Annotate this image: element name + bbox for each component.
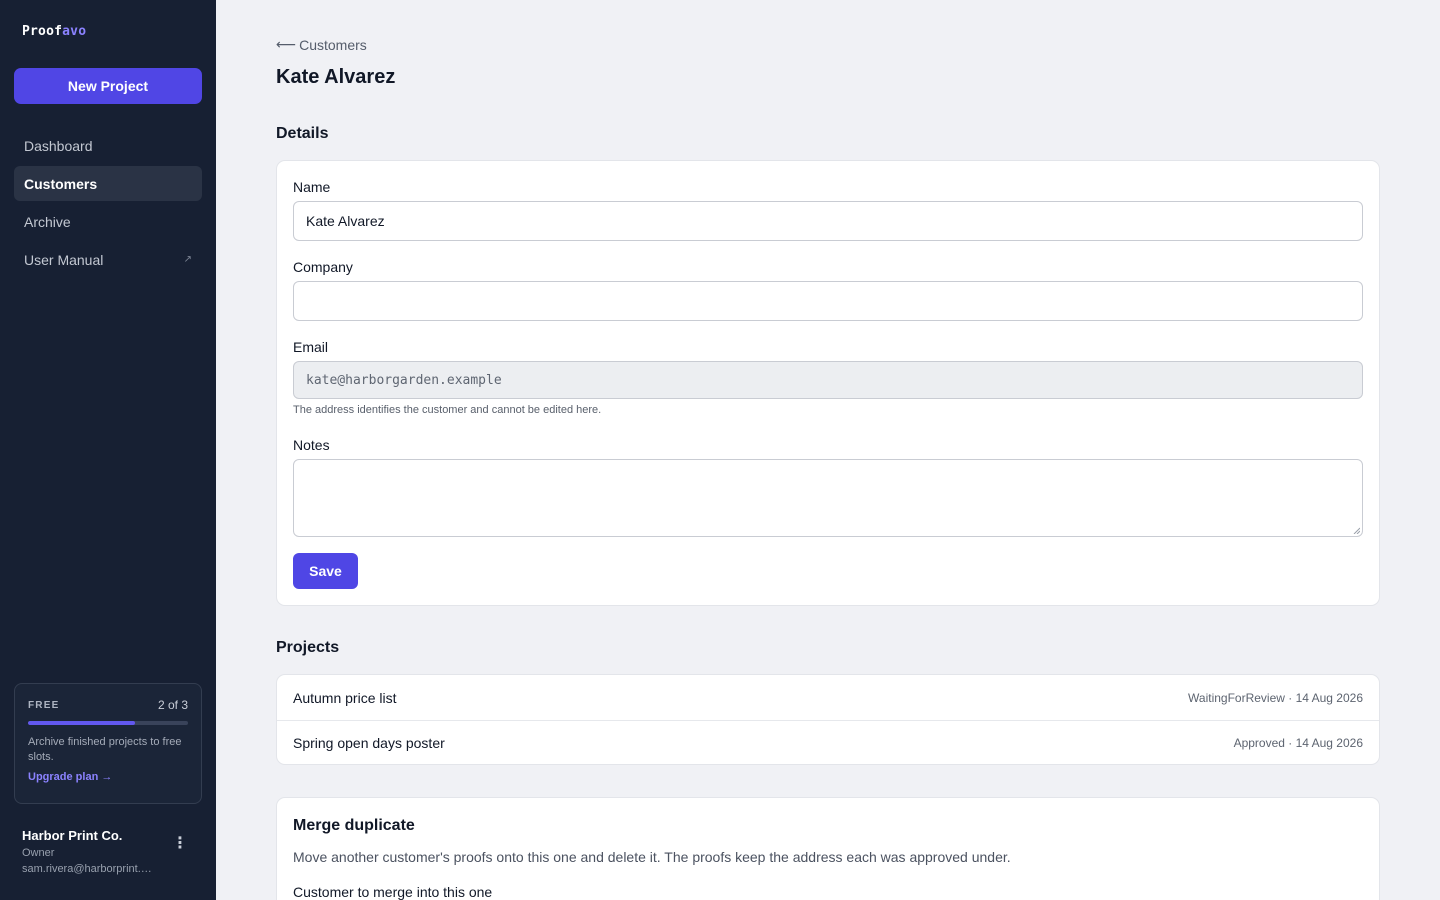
email-label: Email (293, 339, 329, 355)
upgrade-plan-link[interactable]: Upgrade plan → (28, 771, 188, 783)
list-item[interactable]: Autumn price list WaitingForReview · 14 … (277, 675, 1379, 720)
email-field-value: kate@harborgarden.example (306, 372, 502, 388)
company-input[interactable] (293, 281, 1363, 321)
new-project-button[interactable]: New Project (14, 68, 202, 104)
notes-textarea[interactable] (293, 459, 1363, 537)
name-input-value: Kate Alvarez (306, 213, 385, 229)
merge-title: Merge duplicate (293, 817, 415, 834)
save-button[interactable]: Save (293, 553, 358, 589)
merge-duplicate-card: Merge duplicate Move another customer's … (276, 797, 1380, 900)
sidebar-item-label: Dashboard (24, 137, 93, 154)
sidebar-item-label: Archive (24, 213, 71, 230)
plan-hint: Archive finished projects to free slots. (28, 736, 182, 763)
back-link-label: Customers (299, 36, 367, 53)
plan-tier: FREE (28, 699, 60, 711)
project-status: WaitingForReview · 14 Aug 2026 (1188, 690, 1363, 705)
name-label: Name (293, 179, 331, 195)
notes-label: Notes (293, 437, 330, 453)
account-email: sam.rivera@harborprint.e… (22, 863, 156, 875)
account-menu[interactable]: Harbor Print Co. Owner sam.rivera@harbor… (22, 828, 202, 875)
plan-usage-bar (28, 721, 188, 725)
project-name: Autumn price list (293, 689, 397, 706)
email-field: kate@harborgarden.example (293, 361, 1363, 399)
projects-section-title: Projects (276, 639, 340, 656)
details-card: Name Kate Alvarez Company Email kate@har… (276, 160, 1380, 606)
sidebar-item-dashboard[interactable]: Dashboard (14, 128, 202, 163)
resize-handle-icon[interactable] (1352, 526, 1360, 534)
sidebar-item-label: User Manual (24, 251, 104, 268)
logo-text-accent: avo (62, 24, 87, 39)
sidebar-item-user-manual[interactable]: User Manual ↗ (14, 242, 202, 277)
merge-select-label: Customer to merge into this one (293, 884, 493, 900)
more-vertical-icon[interactable]: ⋮ (172, 836, 188, 852)
name-input[interactable]: Kate Alvarez (293, 201, 1363, 241)
projects-list: Autumn price list WaitingForReview · 14 … (276, 674, 1380, 765)
arrow-left-icon: ⟵ (276, 36, 297, 52)
company-label: Company (293, 259, 353, 275)
merge-description: Move another customer's proofs onto this… (293, 849, 1011, 865)
sidebar-item-archive[interactable]: Archive (14, 204, 202, 239)
sidebar: Proofavo New Project Dashboard Customers… (0, 0, 216, 900)
sidebar-item-customers[interactable]: Customers (14, 166, 202, 201)
page-title: Kate Alvarez (276, 66, 396, 88)
logo-text: Proof (22, 24, 63, 39)
sidebar-nav: Dashboard Customers Archive User Manual ↗ (14, 128, 202, 280)
plan-usage-card: FREE 2 of 3 Archive finished projects to… (14, 683, 202, 804)
details-section-title: Details (276, 125, 329, 142)
plan-usage-bar-fill (28, 721, 136, 725)
project-status: Approved · 14 Aug 2026 (1233, 736, 1363, 750)
app-logo[interactable]: Proofavo (22, 24, 86, 39)
project-name: Spring open days poster (293, 735, 445, 751)
list-item[interactable]: Spring open days poster Approved · 14 Au… (277, 720, 1379, 765)
plan-usage-count: 2 of 3 (157, 698, 188, 712)
email-hint: The address identifies the customer and … (293, 404, 602, 416)
back-link[interactable]: ⟵ Customers (276, 36, 367, 53)
external-link-icon: ↗ (183, 254, 192, 265)
sidebar-item-label: Customers (24, 175, 98, 192)
